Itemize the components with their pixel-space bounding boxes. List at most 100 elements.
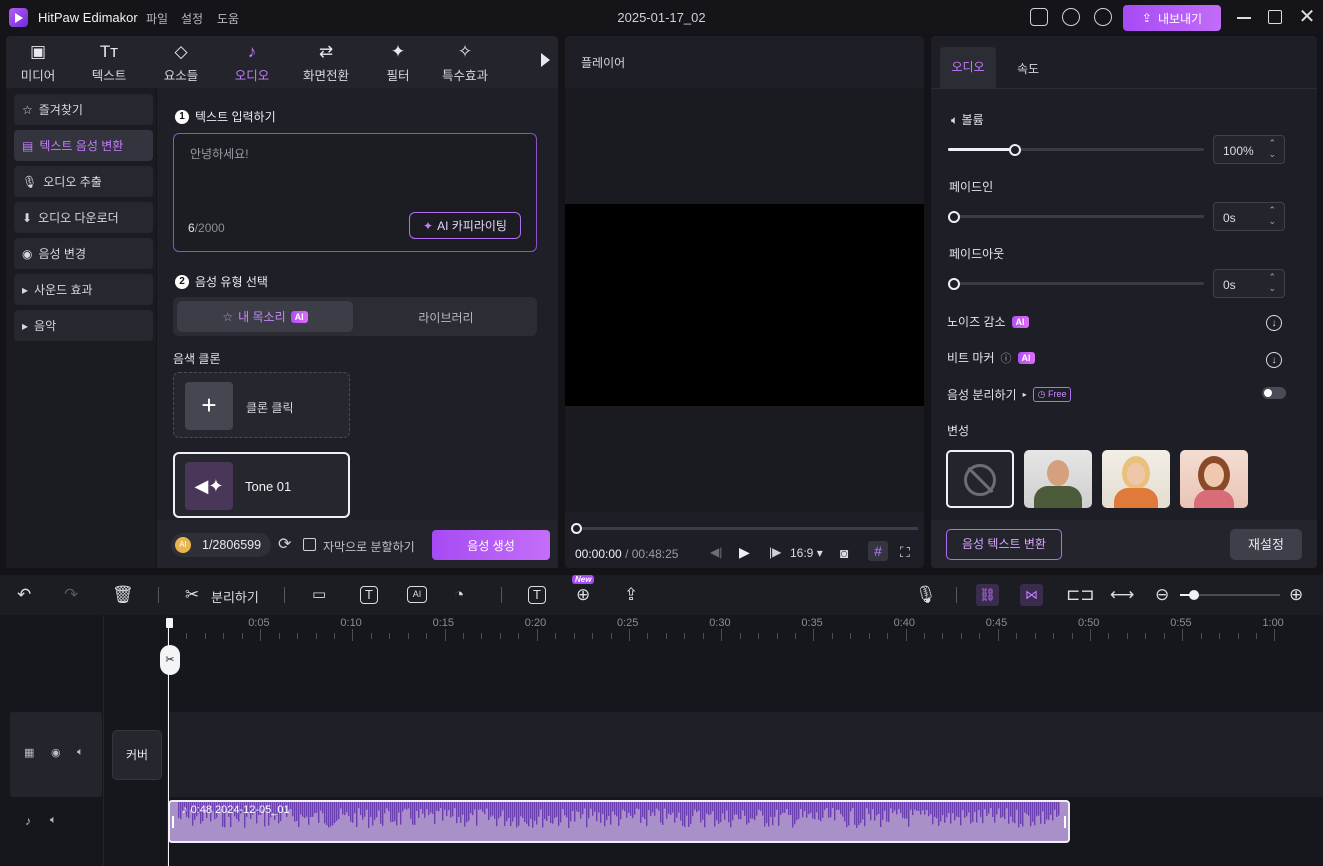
link-icon[interactable]: ⛓ bbox=[976, 584, 999, 606]
tts-text-input[interactable]: 안녕하세요! 6/2000 ✦ AI 카피라이팅 bbox=[173, 133, 537, 252]
next-frame-icon[interactable]: |▶︎ bbox=[769, 545, 781, 559]
tab-audio[interactable]: ♪ 오디오 bbox=[224, 36, 280, 88]
sidebar-item-voice-change[interactable]: ◉ 음성 변경 bbox=[14, 238, 153, 269]
record-mic-icon[interactable]: 🎙︎ bbox=[915, 585, 937, 605]
tab-speed[interactable]: 속도 bbox=[1017, 60, 1039, 77]
scissors-icon[interactable]: ✂ bbox=[185, 585, 199, 605]
minimize-icon[interactable] bbox=[1235, 8, 1253, 26]
my-voice-tab[interactable]: ☆ 내 목소리 AI bbox=[177, 301, 353, 332]
sidebar-item-music[interactable]: ▸ 음악 bbox=[14, 310, 153, 341]
ruler-tick-label: 0:15 bbox=[432, 617, 455, 629]
split-track-icon[interactable]: ⊏⊐ bbox=[1066, 585, 1095, 605]
waveform-bar bbox=[916, 802, 918, 811]
sidebar-item-extract[interactable]: 🎙︎ 오디오 추출 bbox=[14, 166, 153, 197]
fullscreen-icon[interactable]: ⛶ bbox=[900, 544, 910, 561]
clip-handle-right[interactable] bbox=[1064, 816, 1066, 828]
tab-media[interactable]: ▣ 미디어 bbox=[12, 36, 64, 88]
noise-download-icon[interactable]: ↓ bbox=[1266, 315, 1282, 331]
voice-none-option[interactable] bbox=[946, 450, 1014, 508]
menu-file[interactable]: 파일 bbox=[146, 10, 168, 27]
import-icon[interactable]: ⊕ bbox=[576, 585, 590, 605]
video-preview[interactable] bbox=[565, 204, 924, 406]
aspect-ratio-select[interactable]: 16:9 ▾ bbox=[790, 546, 823, 560]
volume-input[interactable]: 100% bbox=[1213, 135, 1285, 164]
feedback-icon[interactable] bbox=[1030, 8, 1048, 26]
fadein-knob[interactable] bbox=[948, 211, 960, 223]
playhead-scissors-icon[interactable]: ✂ bbox=[160, 645, 180, 675]
tone-card[interactable]: ◀✦ Tone 01 bbox=[173, 452, 350, 518]
ai-copywriting-button[interactable]: ✦ AI 카피라이팅 bbox=[409, 212, 521, 239]
redo-icon[interactable]: ↷ bbox=[64, 585, 78, 605]
split-label[interactable]: 분리하기 bbox=[211, 587, 259, 606]
tab-effects[interactable]: ✧ 특수효과 bbox=[432, 36, 498, 88]
library-tab[interactable]: 라이브러리 bbox=[363, 309, 529, 326]
audio-clip[interactable]: ♪ 0:48 2024-12-05_01 bbox=[168, 800, 1070, 843]
progress-track[interactable] bbox=[575, 527, 918, 530]
sidebar-item-sound-effects[interactable]: ▸ 사운드 효과 bbox=[14, 274, 153, 305]
tabs-next-icon[interactable] bbox=[541, 53, 550, 67]
voice-avatar-woman[interactable] bbox=[1102, 450, 1170, 508]
add-text-icon[interactable]: T bbox=[528, 586, 546, 604]
fadeout-input[interactable]: 0s bbox=[1213, 269, 1285, 298]
play-icon[interactable]: ▶ bbox=[739, 544, 750, 561]
fadein-input[interactable]: 0s bbox=[1213, 202, 1285, 231]
waveform-bar bbox=[608, 802, 610, 816]
tab-audio-props[interactable]: 오디오 bbox=[940, 47, 996, 88]
refresh-icon[interactable]: ⟳ bbox=[278, 534, 291, 554]
reset-button[interactable]: 재설정 bbox=[1230, 529, 1302, 560]
close-icon[interactable]: ✕ bbox=[1298, 7, 1316, 27]
zoom-out-icon[interactable]: ⊖ bbox=[1155, 585, 1169, 605]
maximize-icon[interactable] bbox=[1266, 8, 1284, 26]
export-button[interactable]: ⇪ 내보내기 bbox=[1123, 5, 1221, 31]
fadein-slider[interactable] bbox=[948, 215, 1204, 218]
prev-frame-icon[interactable]: ◀︎| bbox=[710, 545, 722, 559]
sidebar-item-tts[interactable]: ▤ 텍스트 음성 변환 bbox=[14, 130, 153, 161]
undo-icon[interactable]: ↶ bbox=[17, 585, 31, 605]
clip-handle-left[interactable] bbox=[172, 816, 174, 828]
grid-icon[interactable]: # bbox=[868, 541, 888, 561]
separate-toggle[interactable] bbox=[1262, 387, 1286, 399]
playhead-handle[interactable] bbox=[166, 618, 173, 628]
tab-filter[interactable]: ✦ 필터 bbox=[370, 36, 426, 88]
ai-subtitle-icon[interactable]: AI bbox=[407, 586, 427, 603]
progress-knob[interactable] bbox=[571, 523, 582, 534]
zoom-knob[interactable] bbox=[1189, 590, 1199, 600]
export-clip-icon[interactable]: ⇪ bbox=[624, 585, 638, 605]
text-box-icon[interactable]: T bbox=[360, 586, 378, 604]
volume-knob[interactable] bbox=[1008, 144, 1021, 156]
sidebar-item-downloader[interactable]: ⬇ 오디오 다운로더 bbox=[14, 202, 153, 233]
clone-add-card[interactable]: + 클론 클릭 bbox=[173, 372, 350, 438]
snapshot-icon[interactable]: ◙ bbox=[840, 545, 848, 561]
subtitle-split-checkbox[interactable] bbox=[303, 538, 316, 551]
menu-help[interactable]: 도움 bbox=[217, 10, 239, 27]
account-icon[interactable] bbox=[1094, 8, 1112, 26]
speaker-icon[interactable]: 🔈︎ bbox=[77, 746, 84, 759]
fit-icon[interactable]: ⟷ bbox=[1110, 585, 1134, 605]
download-icon[interactable] bbox=[1062, 8, 1080, 26]
beat-download-icon[interactable]: ↓ bbox=[1266, 352, 1282, 368]
voice-avatar-man[interactable] bbox=[1024, 450, 1092, 508]
tab-text[interactable]: Tт 텍스트 bbox=[81, 36, 137, 88]
delete-icon[interactable]: 🗑︎ bbox=[112, 585, 134, 605]
tab-elements[interactable]: ◇ 요소들 bbox=[153, 36, 209, 88]
voice-avatar-girl[interactable] bbox=[1180, 450, 1248, 508]
speaker-icon[interactable]: 🔈︎ bbox=[50, 814, 57, 827]
eye-icon[interactable]: ◉ bbox=[51, 746, 61, 759]
zoom-in-icon[interactable]: ⊕ bbox=[1289, 585, 1303, 605]
cover-button[interactable]: 커버 bbox=[112, 730, 162, 780]
magnet-icon[interactable]: ⋈ bbox=[1020, 584, 1043, 606]
generate-voice-button[interactable]: 음성 생성 bbox=[432, 530, 550, 560]
sidebar-item-favorites[interactable]: ☆ 즐겨찾기 bbox=[14, 94, 153, 125]
tab-transition[interactable]: ⇄ 화면전환 bbox=[293, 36, 359, 88]
speech-to-text-button[interactable]: 음성 텍스트 변환 bbox=[946, 529, 1062, 560]
time-ruler[interactable]: 0:05 0:10 0:15 0:20 0:25 0:30 0:35 0:40 0:45 0:50… bbox=[168, 615, 1323, 643]
subtitle-icon[interactable]: ▭ bbox=[312, 585, 326, 605]
waveform-bar bbox=[178, 802, 180, 818]
waveform-bar bbox=[520, 802, 522, 817]
menu-settings[interactable]: 설정 bbox=[181, 10, 203, 27]
waveform-bar bbox=[716, 802, 718, 821]
film-icon[interactable]: ▦ bbox=[24, 746, 34, 759]
fadeout-slider[interactable] bbox=[948, 282, 1204, 285]
fadeout-knob[interactable] bbox=[948, 278, 960, 290]
speed-icon[interactable]: ◔ bbox=[454, 585, 464, 605]
